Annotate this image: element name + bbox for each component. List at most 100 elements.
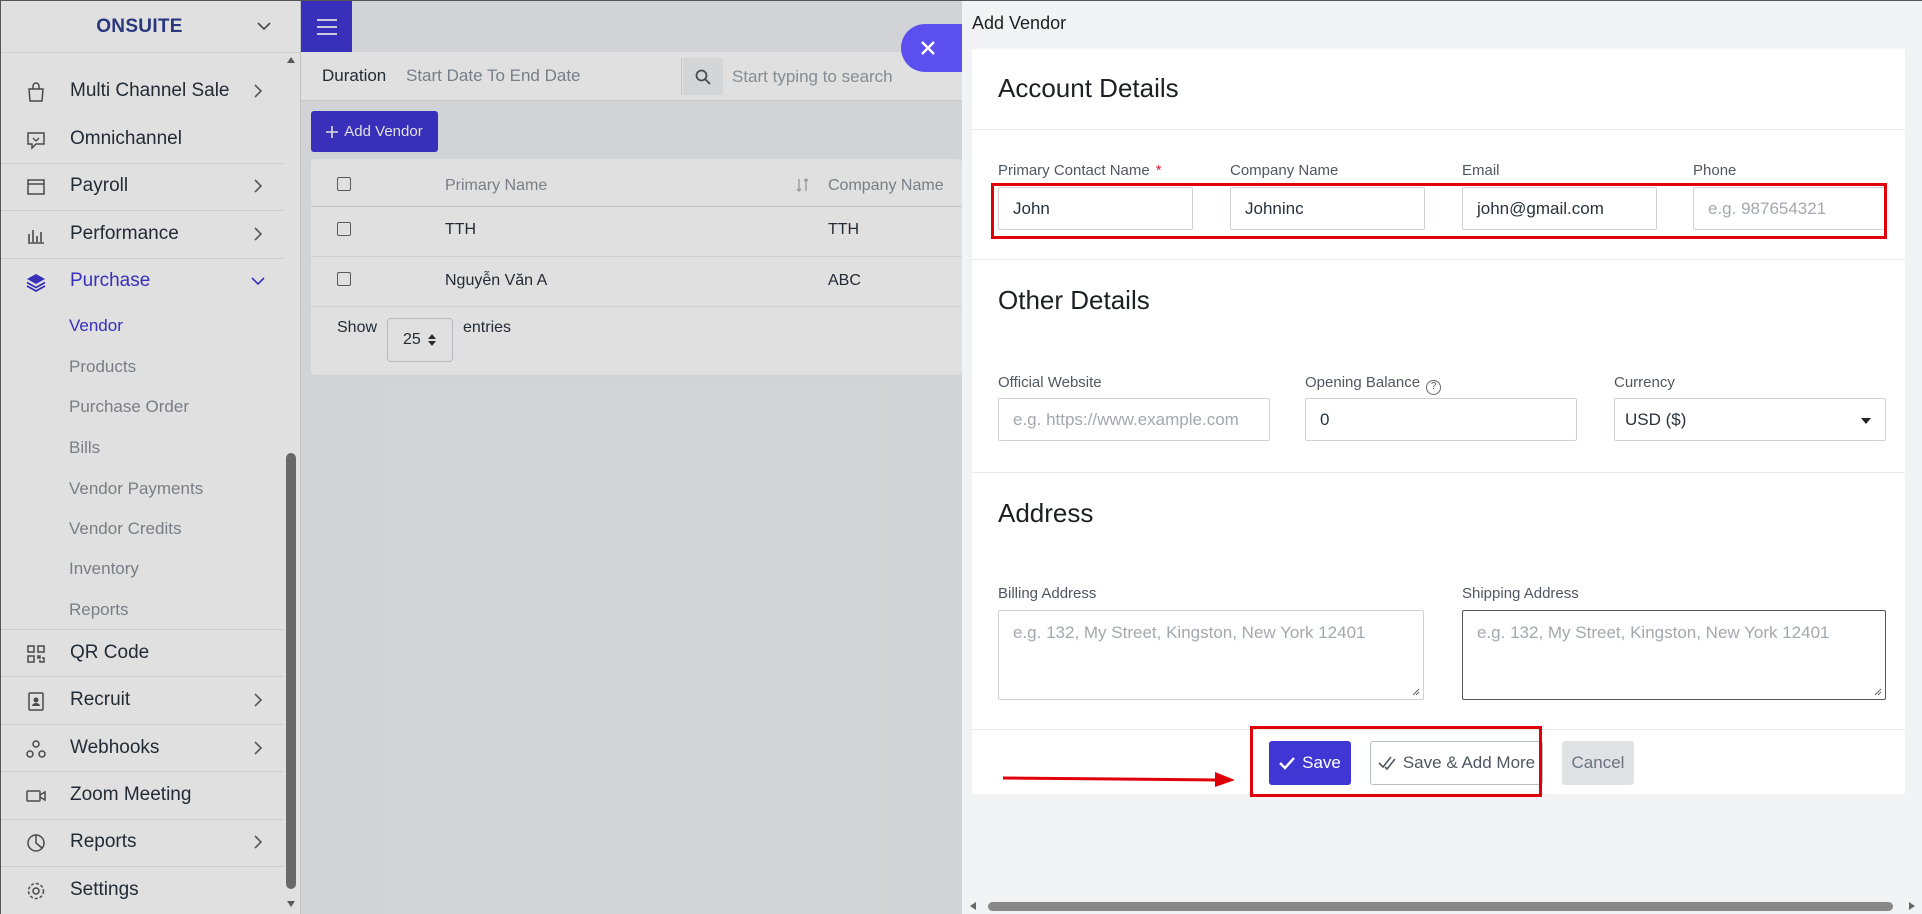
shipping-address-input[interactable]: e.g. 132, My Street, Kingston, New York … <box>1462 610 1886 700</box>
vendor-table: Primary Name Company Name TTH TTH Nguyễn… <box>311 159 962 375</box>
plus-icon <box>326 125 339 138</box>
sidebar-item-omnichannel[interactable]: Omnichannel <box>1 116 283 162</box>
select-all-checkbox[interactable] <box>337 177 351 191</box>
chevron-right-icon <box>254 227 263 241</box>
row-checkbox[interactable] <box>337 272 351 286</box>
sidebar-item-recruit[interactable]: Recruit <box>1 677 283 723</box>
save-label: Save <box>1302 753 1341 772</box>
sidebar-item-purchase[interactable]: Purchase <box>1 258 283 304</box>
filter-bar: Duration Start Date To End Date Start ty… <box>301 52 962 101</box>
sidebar-item-performance[interactable]: Performance <box>1 211 283 257</box>
bar-chart-icon <box>28 230 44 244</box>
sidebar-item-settings[interactable]: Settings <box>1 867 283 913</box>
sidebar-item-payroll[interactable]: Payroll <box>1 163 283 209</box>
entries-value: 25 <box>403 331 421 348</box>
help-icon[interactable]: ? <box>1426 380 1442 395</box>
search-input[interactable]: Start typing to search <box>732 67 893 87</box>
sidebar-item-label: Recruit <box>70 689 131 710</box>
chevron-right-icon <box>254 84 263 98</box>
sidebar-subitem-purchase-order[interactable]: Purchase Order <box>69 397 189 417</box>
card-icon <box>27 179 45 195</box>
cell-company-name: ABC <box>828 272 861 289</box>
opening-balance-label: Opening Balance? <box>1305 374 1442 395</box>
double-check-icon <box>1378 756 1396 771</box>
brand-name: ONSUITE <box>96 15 183 37</box>
sidebar-subitem-reports[interactable]: Reports <box>69 600 129 620</box>
opening-balance-input[interactable]: 0 <box>1305 398 1577 441</box>
chat-icon <box>27 132 45 150</box>
date-range-picker[interactable]: Start Date To End Date <box>406 66 581 86</box>
table-row[interactable]: Nguyễn Văn A ABC <box>311 257 962 307</box>
row-checkbox[interactable] <box>337 222 351 236</box>
sidebar-item-label: Payroll <box>70 175 129 196</box>
sidebar-subitem-vendor-payments[interactable]: Vendor Payments <box>69 479 203 499</box>
save-more-label: Save & Add More <box>1402 753 1536 772</box>
sidebar-subitem-products[interactable]: Products <box>69 357 136 377</box>
sidebar-subitem-inventory[interactable]: Inventory <box>69 559 139 579</box>
save-button[interactable]: Save <box>1269 741 1351 785</box>
qr-code-icon <box>27 645 45 663</box>
id-badge-icon <box>28 692 44 711</box>
add-vendor-button[interactable]: Add Vendor <box>311 111 438 152</box>
cell-primary-name[interactable]: Nguyễn Văn A <box>445 272 547 290</box>
webhook-icon <box>26 740 46 758</box>
menu-toggle-button[interactable] <box>301 1 352 52</box>
brand-header[interactable]: ONSUITE <box>1 1 300 53</box>
primary-contact-input[interactable]: John <box>998 187 1193 230</box>
column-primary-name[interactable]: Primary Name <box>445 177 547 195</box>
gear-icon <box>27 882 45 900</box>
resize-handle-icon[interactable] <box>1874 688 1882 696</box>
check-icon <box>1279 757 1296 770</box>
shipping-address-label: Shipping Address <box>1462 585 1579 602</box>
chevron-right-icon <box>254 693 263 707</box>
panel-scrollbar-thumb[interactable] <box>988 902 1893 911</box>
cancel-button[interactable]: Cancel <box>1562 741 1634 785</box>
table-header: Primary Name Company Name <box>311 159 962 207</box>
billing-address-input[interactable]: e.g. 132, My Street, Kingston, New York … <box>998 610 1424 700</box>
close-icon <box>921 41 935 55</box>
sidebar-item-label: Purchase <box>70 270 151 291</box>
sidebar: ONSUITE Multi Channel Sale Omnichannel P… <box>1 1 301 914</box>
sort-icon[interactable] <box>795 177 811 193</box>
search-button[interactable] <box>683 58 723 95</box>
sidebar-item-multi-channel-sale[interactable]: Multi Channel Sale <box>1 68 283 114</box>
resize-handle-icon[interactable] <box>1412 688 1420 696</box>
phone-label: Phone <box>1693 162 1737 179</box>
sidebar-item-reports[interactable]: Reports <box>1 819 283 865</box>
add-vendor-label: Add Vendor <box>344 123 423 140</box>
sidebar-subitem-bills[interactable]: Bills <box>69 438 100 458</box>
sidebar-scrollbar-thumb[interactable] <box>286 453 296 889</box>
sidebar-subitem-vendor[interactable]: Vendor <box>69 316 123 336</box>
account-details-heading: Account Details <box>998 73 1179 103</box>
caret-down-icon <box>1861 418 1871 424</box>
bag-icon <box>28 82 44 102</box>
duration-label: Duration <box>322 66 387 85</box>
sidebar-item-label: Multi Channel Sale <box>70 80 230 101</box>
pie-chart-icon <box>27 834 45 852</box>
website-label: Official Website <box>998 374 1102 391</box>
entries-select[interactable]: 25 <box>387 318 453 362</box>
email-input[interactable]: john@gmail.com <box>1462 187 1657 230</box>
company-name-label: Company Name <box>1230 162 1339 179</box>
column-company-name[interactable]: Company Name <box>828 177 944 195</box>
entries-label: entries <box>463 319 512 336</box>
chevron-down-icon <box>251 277 265 286</box>
sidebar-item-zoom-meeting[interactable]: Zoom Meeting <box>1 772 283 818</box>
sidebar-item-qr-code[interactable]: QR Code <box>1 630 283 676</box>
website-input[interactable]: e.g. https://www.example.com <box>998 398 1270 441</box>
cell-primary-name[interactable]: TTH <box>445 221 476 239</box>
sidebar-item-label: Omnichannel <box>70 128 182 149</box>
phone-input[interactable]: e.g. 987654321 <box>1693 187 1886 230</box>
company-name-input[interactable]: Johninc <box>1230 187 1425 230</box>
save-and-add-more-button[interactable]: Save & Add More <box>1370 741 1543 785</box>
sidebar-subitem-vendor-credits[interactable]: Vendor Credits <box>69 519 181 539</box>
sidebar-item-label: QR Code <box>70 642 150 663</box>
table-row[interactable]: TTH TTH <box>311 207 962 257</box>
chevron-right-icon <box>254 179 263 193</box>
sidebar-item-label: Performance <box>70 223 179 244</box>
sidebar-item-label: Zoom Meeting <box>70 784 192 805</box>
email-label: Email <box>1462 162 1500 179</box>
close-panel-button[interactable] <box>901 24 963 72</box>
currency-select[interactable]: USD ($) <box>1614 398 1886 441</box>
sidebar-item-webhooks[interactable]: Webhooks <box>1 725 283 771</box>
